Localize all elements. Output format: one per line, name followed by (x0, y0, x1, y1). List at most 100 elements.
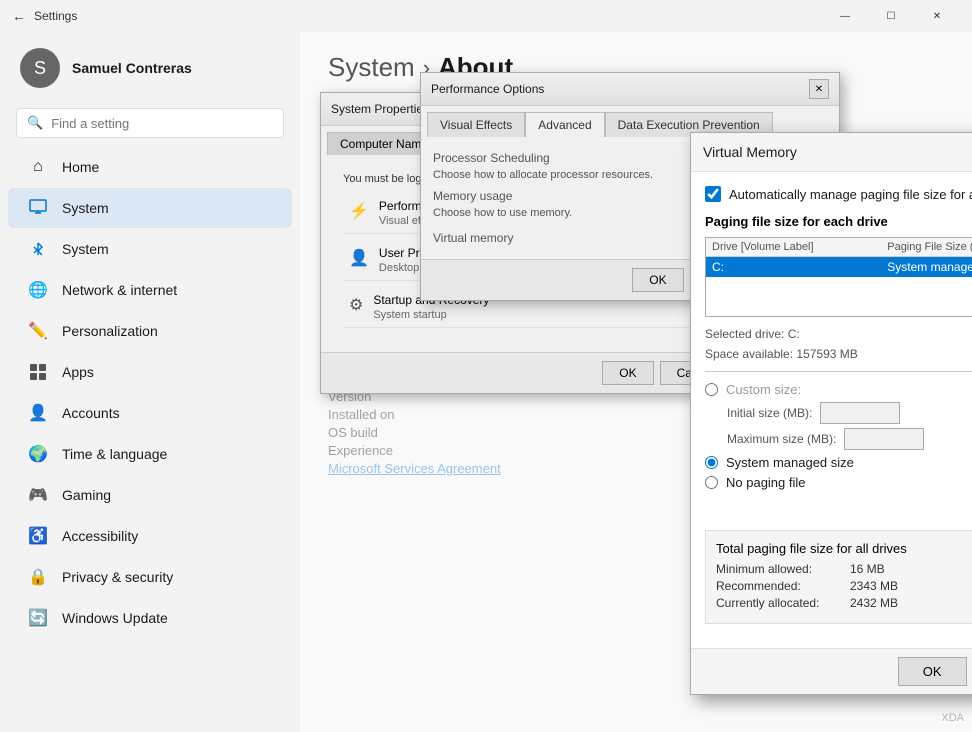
sidebar-item-label: Network & internet (62, 282, 177, 298)
sidebar-item-label: System (62, 200, 109, 216)
startup-icon: ⚙ (349, 295, 363, 315)
system-props-title: System Properties (331, 102, 429, 116)
sidebar-item-bluetooth[interactable]: System (8, 229, 292, 269)
maximum-size-row: Maximum size (MB): (727, 428, 972, 450)
sidebar-item-label: Time & language (62, 446, 167, 462)
sidebar-item-label: Accessibility (62, 528, 138, 544)
sp-ok-button[interactable]: OK (602, 361, 653, 385)
divider (705, 371, 972, 372)
user-name: Samuel Contreras (72, 60, 192, 76)
total-paging-section: Total paging file size for all drives Mi… (705, 530, 972, 624)
sidebar-item-gaming[interactable]: 🎮 Gaming (8, 475, 292, 515)
sidebar-item-apps[interactable]: Apps (8, 352, 292, 392)
network-icon: 🌐 (28, 280, 48, 300)
currently-allocated-value: 2432 MB (850, 596, 898, 610)
sidebar-item-accessibility[interactable]: ♿ Accessibility (8, 516, 292, 556)
initial-size-input[interactable] (820, 402, 900, 424)
paging-size-col-header: Paging File Size (MB) (881, 238, 972, 257)
titlebar-title: Settings (34, 9, 77, 23)
user-profile[interactable]: S Samuel Contreras (0, 32, 300, 104)
back-icon[interactable]: ← (12, 8, 26, 24)
sidebar-item-label: Personalization (62, 323, 158, 339)
sidebar-item-network[interactable]: 🌐 Network & internet (8, 270, 292, 310)
perf-options-title: Performance Options (431, 82, 544, 96)
sidebar-item-update[interactable]: 🔄 Windows Update (8, 598, 292, 638)
perf-options-close[interactable]: ✕ (809, 79, 829, 99)
accessibility-icon: ♿ (28, 526, 48, 546)
user-profiles-icon: 👤 (349, 248, 369, 268)
vm-footer: OK Cancel (691, 648, 972, 694)
system-managed-radio[interactable] (705, 456, 718, 469)
app-container: S Samuel Contreras 🔍 ⌂ Home (0, 32, 972, 732)
search-icon: 🔍 (27, 115, 43, 131)
auto-manage-label: Automatically manage paging file size fo… (729, 187, 972, 202)
time-icon: 🌍 (28, 444, 48, 464)
sidebar-item-system[interactable]: System (8, 188, 292, 228)
sidebar-item-label: Windows Update (62, 610, 168, 626)
set-btn-row: Set (705, 496, 972, 520)
tab-visual-effects[interactable]: Visual Effects (427, 112, 525, 137)
no-paging-label: No paging file (726, 475, 806, 490)
watermark: XDA (941, 712, 964, 724)
maximum-size-label: Maximum size (MB): (727, 432, 836, 446)
titlebar: ← Settings — ☐ ✕ (0, 0, 972, 32)
drive-table: Drive [Volume Label] Paging File Size (M… (706, 238, 972, 277)
maximize-button[interactable]: ☐ (868, 0, 914, 32)
vm-titlebar: Virtual Memory ✕ (691, 133, 972, 172)
sidebar-item-home[interactable]: ⌂ Home (8, 147, 292, 187)
vm-body: Automatically manage paging file size fo… (691, 172, 972, 648)
user-info: Samuel Contreras (72, 60, 192, 76)
avatar: S (20, 48, 60, 88)
space-available-value: 157593 MB (796, 347, 857, 361)
sidebar-item-privacy[interactable]: 🔒 Privacy & security (8, 557, 292, 597)
privacy-icon: 🔒 (28, 567, 48, 587)
selected-drive-label: Selected drive: (705, 327, 784, 341)
sidebar-item-personalization[interactable]: ✏️ Personalization (8, 311, 292, 351)
custom-size-radio[interactable] (705, 383, 718, 396)
search-input[interactable] (51, 116, 273, 131)
vm-ok-button[interactable]: OK (898, 657, 967, 686)
drive-cell: C: (706, 257, 881, 278)
minimize-button[interactable]: — (822, 0, 868, 32)
selected-drive-info: Selected drive: C: (705, 327, 972, 341)
sidebar: S Samuel Contreras 🔍 ⌂ Home (0, 32, 300, 732)
auto-manage-row: Automatically manage paging file size fo… (705, 186, 972, 202)
radio-group: Custom size: Initial size (MB): Maximum … (705, 382, 972, 490)
sidebar-item-accounts[interactable]: 👤 Accounts (8, 393, 292, 433)
maximum-size-input[interactable] (844, 428, 924, 450)
drive-table-container: Drive [Volume Label] Paging File Size (M… (705, 237, 972, 317)
virtual-memory-label: Virtual memory (433, 231, 513, 245)
no-paging-row: No paging file (705, 475, 972, 490)
recommended-row: Recommended: 2343 MB (716, 579, 972, 593)
vm-title: Virtual Memory (703, 144, 797, 160)
sidebar-item-time[interactable]: 🌍 Time & language (8, 434, 292, 474)
titlebar-controls: — ☐ ✕ (822, 0, 960, 32)
tab-advanced[interactable]: Advanced (525, 112, 604, 137)
minimum-allowed-label: Minimum allowed: (716, 562, 846, 576)
currently-allocated-label: Currently allocated: (716, 596, 846, 610)
auto-manage-checkbox[interactable] (705, 186, 721, 202)
apps-icon (28, 362, 48, 382)
sidebar-item-label: Apps (62, 364, 94, 380)
titlebar-left: ← Settings (12, 8, 77, 24)
currently-allocated-row: Currently allocated: 2432 MB (716, 596, 972, 610)
search-box[interactable]: 🔍 (16, 108, 284, 138)
space-available-info: Space available: 157593 MB (705, 347, 972, 361)
sidebar-item-label: Accounts (62, 405, 120, 421)
close-button[interactable]: ✕ (914, 0, 960, 32)
no-paging-radio[interactable] (705, 476, 718, 489)
drive-row-c[interactable]: C: System managed (706, 257, 972, 278)
content-area: System › About HP-Laptop-14 HP ENVY x360… (300, 32, 972, 732)
system-managed-row: System managed size (705, 455, 972, 470)
breadcrumb-system: System (328, 52, 415, 83)
minimum-allowed-value: 16 MB (850, 562, 885, 576)
total-paging-title: Total paging file size for all drives (716, 541, 972, 556)
startup-desc: System startup (373, 309, 489, 321)
recommended-label: Recommended: (716, 579, 846, 593)
paging-size-cell: System managed (881, 257, 972, 278)
custom-size-row: Custom size: (705, 382, 972, 397)
performance-icon: ⚡ (349, 201, 369, 221)
po-ok-button[interactable]: OK (632, 268, 683, 292)
minimum-allowed-row: Minimum allowed: 16 MB (716, 562, 972, 576)
personalization-icon: ✏️ (28, 321, 48, 341)
